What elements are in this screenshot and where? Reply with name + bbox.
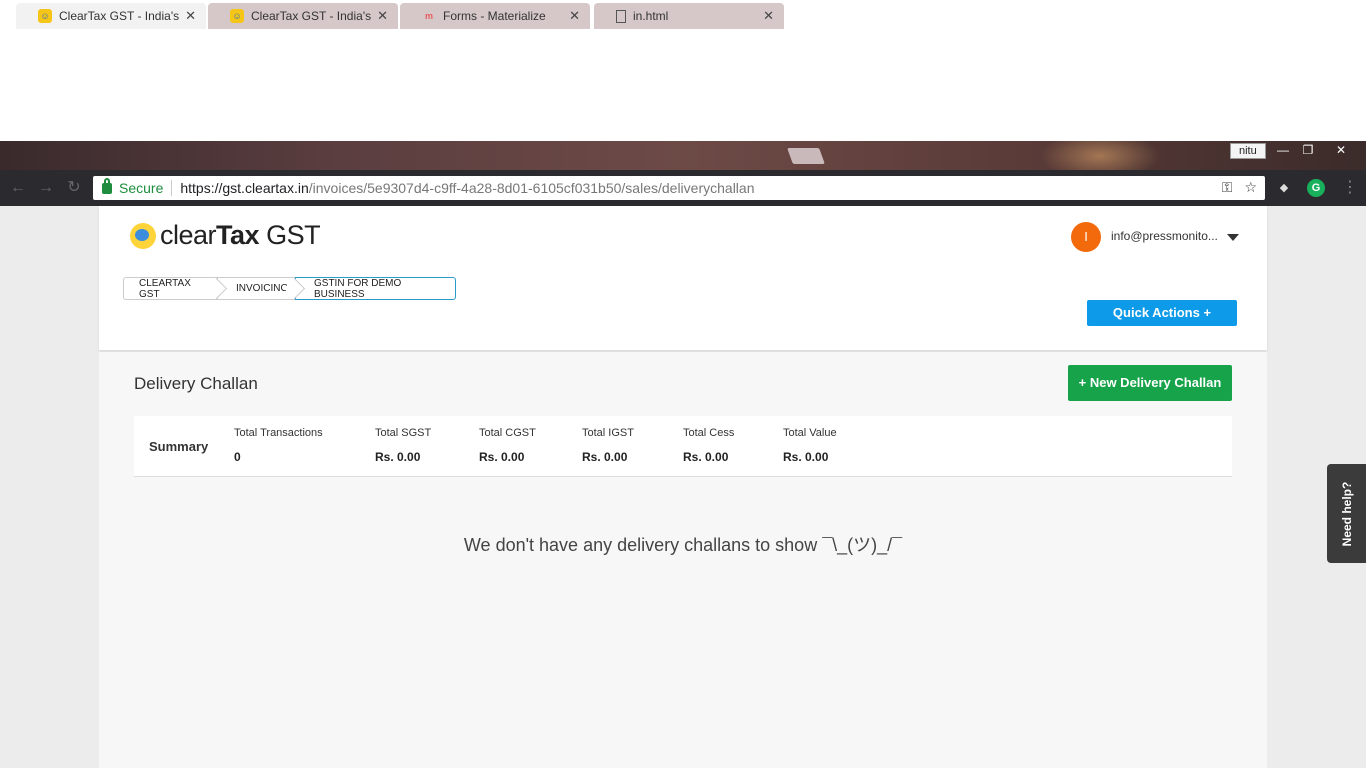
avatar[interactable]: I xyxy=(1071,222,1101,252)
materialize-favicon-icon: m xyxy=(424,11,433,21)
user-email[interactable]: info@pressmonito... xyxy=(1111,229,1218,243)
metric-value: Rs. 0.00 xyxy=(479,450,525,464)
profile-button[interactable]: nitu xyxy=(1230,143,1266,159)
summary-label: Summary xyxy=(149,439,209,454)
breadcrumb-item-invoicing[interactable]: INVOICING xyxy=(217,277,306,300)
metric-total-cess: Total Cess Rs. 0.00 xyxy=(683,427,734,464)
browser-tabstrip xyxy=(0,141,1366,170)
metric-total-sgst: Total SGST Rs. 0.00 xyxy=(375,427,431,464)
metric-value: Rs. 0.00 xyxy=(582,450,628,464)
metric-value: Rs. 0.00 xyxy=(783,450,829,464)
extension-icon[interactable]: ◆ xyxy=(1275,179,1293,197)
page-title: Delivery Challan xyxy=(134,374,258,393)
reload-icon[interactable]: ↻ xyxy=(64,178,84,198)
file-icon xyxy=(616,9,626,23)
metric-total-value: Total Value Rs. 0.00 xyxy=(783,427,837,464)
close-icon[interactable]: ✕ xyxy=(763,8,774,24)
close-icon[interactable]: ✕ xyxy=(569,8,580,24)
main-content xyxy=(99,352,1267,768)
metric-label: Total Cess xyxy=(683,427,735,439)
key-icon[interactable]: ⚿ xyxy=(1222,179,1233,196)
browser-tab[interactable]: ☺ ClearTax GST - India's fir ✕ xyxy=(16,3,206,29)
metric-label: Total Value xyxy=(783,427,837,439)
metric-label: Total SGST xyxy=(375,427,432,439)
cleartax-favicon-icon: ☺ xyxy=(230,9,244,23)
breadcrumb-item-cleartax-gst[interactable]: CLEARTAX GST xyxy=(123,277,228,300)
tab-title: ClearTax GST - India's fir xyxy=(251,9,372,23)
tab-title: Forms - Materialize xyxy=(443,9,546,23)
summary-bar: Summary Total Transactions 0 Total SGST … xyxy=(134,416,1232,477)
metric-total-cgst: Total CGST Rs. 0.00 xyxy=(479,427,536,464)
grammarly-icon[interactable]: G xyxy=(1307,179,1325,197)
back-icon[interactable]: ← xyxy=(8,178,28,198)
cleartax-logo[interactable]: clearTax GST xyxy=(130,220,321,251)
breadcrumb-label: GSTIN FOR DEMO BUSINESS xyxy=(314,277,402,300)
need-help-label: Need help? xyxy=(1339,481,1354,546)
address-bar[interactable]: Secure https://gst.cleartax.in/invoices/… xyxy=(93,176,1265,200)
minimize-icon[interactable]: — xyxy=(1270,142,1296,158)
menu-icon[interactable]: ⋮ xyxy=(1340,178,1360,198)
need-help-button[interactable]: Need help? xyxy=(1327,464,1366,563)
metric-total-transactions: Total Transactions 0 xyxy=(234,427,323,464)
tab-title: in.html xyxy=(633,9,669,23)
lock-icon xyxy=(102,177,112,194)
secure-label: Secure xyxy=(119,180,164,196)
chevron-down-icon[interactable] xyxy=(1227,234,1239,241)
url-host: https://gst.cleartax.in xyxy=(180,180,309,196)
breadcrumb: CLEARTAX GST INVOICING GSTIN FOR DEMO BU… xyxy=(123,277,456,300)
close-icon[interactable]: ✕ xyxy=(377,8,388,24)
metric-label: Total Transactions xyxy=(234,427,323,439)
metric-value: 0 xyxy=(234,450,241,464)
browser-tab[interactable]: in.html ✕ xyxy=(594,3,784,29)
new-tab-button[interactable] xyxy=(787,148,825,164)
breadcrumb-item-gstin[interactable]: GSTIN FOR DEMO BUSINESS xyxy=(295,277,456,300)
url-path: /invoices/5e9307d4-c9ff-4a28-8d01-6105cf… xyxy=(308,180,755,196)
star-icon[interactable]: ☆ xyxy=(1244,179,1257,196)
logo-text: clear xyxy=(160,220,217,250)
restore-icon[interactable]: ❐ xyxy=(1295,142,1321,158)
divider xyxy=(171,180,173,196)
window-close-icon[interactable]: ✕ xyxy=(1328,142,1354,158)
metric-value: Rs. 0.00 xyxy=(683,450,729,464)
metric-value: Rs. 0.00 xyxy=(375,450,421,464)
new-delivery-challan-button[interactable]: + New Delivery Challan xyxy=(1068,365,1232,401)
forward-icon[interactable]: → xyxy=(36,178,56,198)
logo-text-bold: Tax xyxy=(216,220,260,250)
breadcrumb-label: CLEARTAX GST xyxy=(139,277,191,300)
cleartax-favicon-icon: ☺ xyxy=(38,9,52,23)
browser-tab[interactable]: m Forms - Materialize ✕ xyxy=(400,3,590,29)
breadcrumb-label: INVOICING xyxy=(236,283,289,294)
browser-tab[interactable]: ☺ ClearTax GST - India's fir ✕ xyxy=(208,3,398,29)
metric-label: Total IGST xyxy=(582,427,634,439)
tab-title: ClearTax GST - India's fir xyxy=(59,9,180,23)
quick-actions-button[interactable]: Quick Actions + xyxy=(1087,300,1237,326)
logo-icon xyxy=(130,222,156,249)
metric-label: Total CGST xyxy=(479,427,536,439)
logo-text-suffix: GST xyxy=(259,220,321,250)
empty-state-message: We don't have any delivery challans to s… xyxy=(463,535,903,555)
metric-total-igst: Total IGST Rs. 0.00 xyxy=(582,427,634,464)
close-icon[interactable]: ✕ xyxy=(185,8,196,24)
